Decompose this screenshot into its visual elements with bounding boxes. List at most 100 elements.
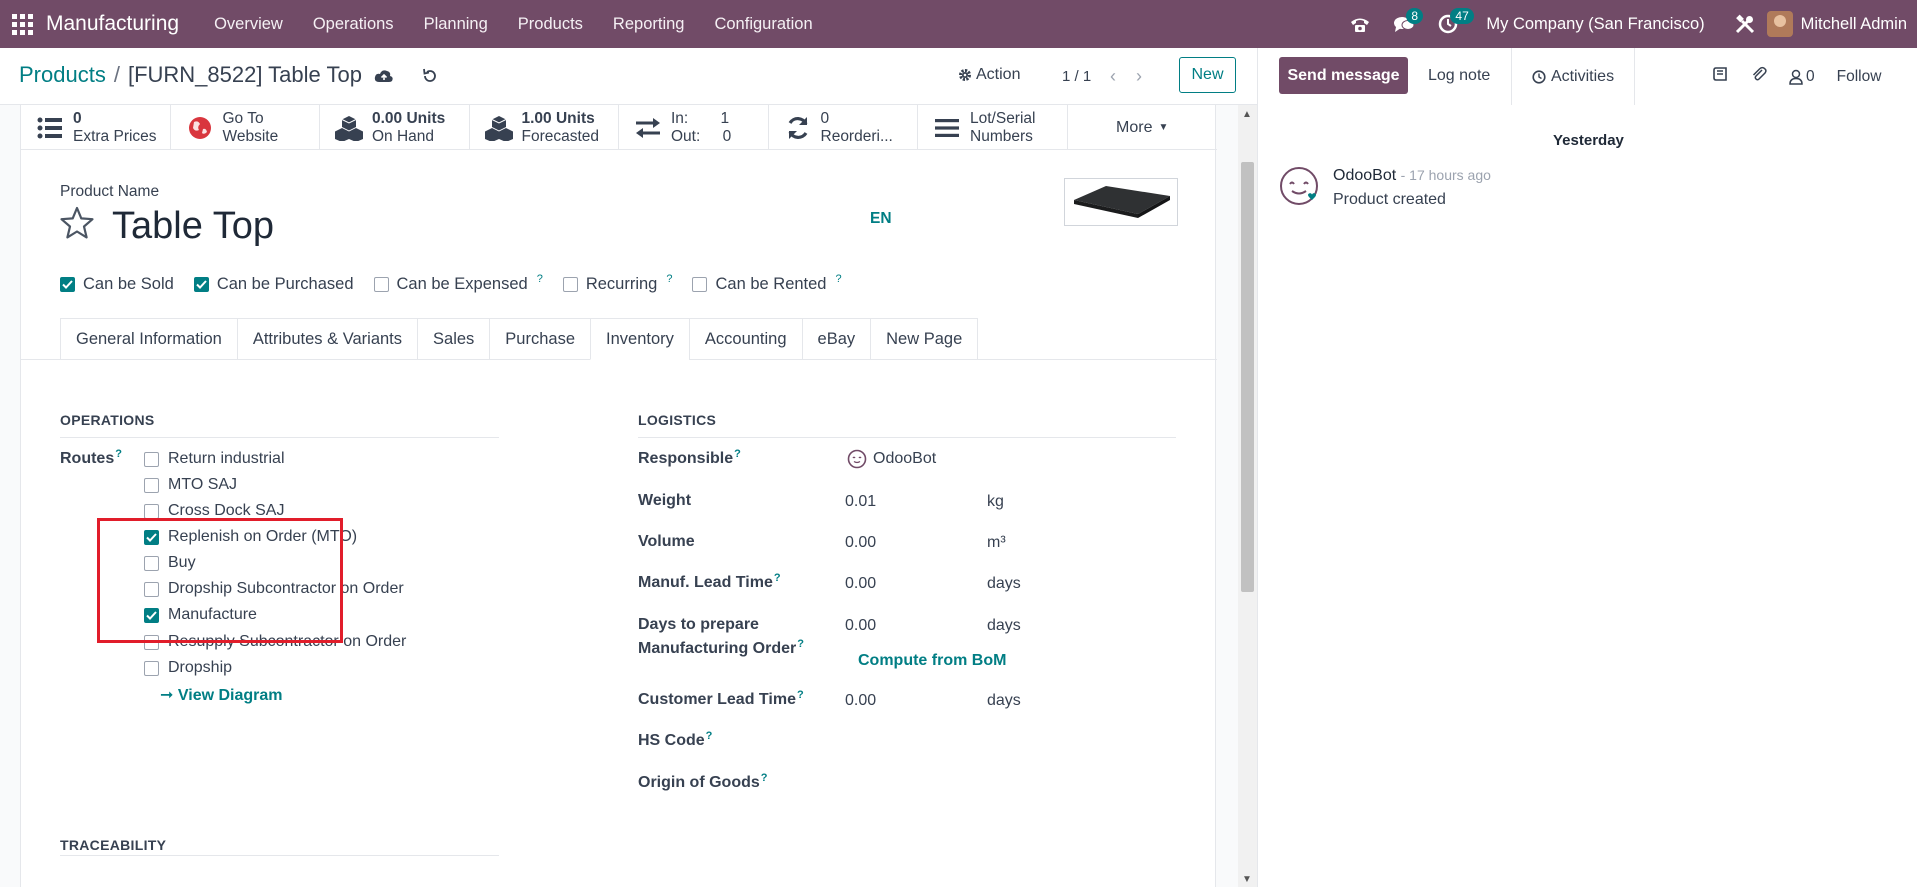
tab-inventory[interactable]: Inventory	[590, 318, 689, 360]
in-out-button[interactable]: In: 1 Out: 0	[619, 105, 769, 150]
recurring-checkbox[interactable]: Recurring?	[562, 273, 672, 294]
lot-serial-button[interactable]: Lot/Serial Numbers	[918, 105, 1068, 150]
checkbox-empty-icon[interactable]	[144, 660, 159, 676]
checkbox-checked-icon[interactable]	[193, 277, 209, 292]
user-avatar[interactable]	[1766, 11, 1793, 37]
help-tooltip-icon[interactable]: ?	[115, 448, 122, 460]
product-image[interactable]	[1064, 178, 1178, 226]
phone-icon[interactable]	[1338, 0, 1382, 48]
caret-down-icon: ▼	[1158, 122, 1169, 133]
discard-undo-icon[interactable]	[422, 68, 438, 89]
manuf-lead-time-input[interactable]: 0.00	[845, 575, 876, 593]
tools-icon[interactable]	[1723, 0, 1767, 48]
send-message-button[interactable]: Send message	[1279, 57, 1408, 94]
help-tooltip-icon[interactable]: ?	[797, 689, 804, 701]
help-tooltip-icon[interactable]: ?	[774, 572, 781, 584]
menu-reporting[interactable]: Reporting	[598, 15, 700, 34]
scrollbar-thumb[interactable]	[1241, 162, 1254, 592]
can-be-expensed-checkbox[interactable]: Can be Expensed?	[373, 273, 543, 294]
follow-button[interactable]: Follow	[1837, 68, 1882, 86]
help-tooltip-icon[interactable]: ?	[666, 273, 672, 285]
chatter-panel: Send message Log note Activities 0 Follo…	[1257, 48, 1917, 887]
route-dropship[interactable]: Dropship	[144, 659, 232, 677]
followers-button[interactable]: 0	[1789, 68, 1815, 86]
log-note-button[interactable]: Log note	[1428, 67, 1490, 85]
route-mto-saj[interactable]: MTO SAJ	[144, 476, 237, 494]
on-hand-button[interactable]: 0.00 Units On Hand	[320, 105, 470, 150]
activities-clock-icon[interactable]: 47	[1426, 0, 1474, 48]
reordering-button[interactable]: 0 Reorderi...	[769, 105, 918, 150]
forecasted-button[interactable]: 1.00 Units Forecasted	[470, 105, 619, 150]
tab-purchase[interactable]: Purchase	[489, 318, 591, 360]
product-name-field[interactable]: Table Top	[112, 205, 274, 248]
menu-products[interactable]: Products	[503, 15, 598, 34]
can-be-rented-checkbox[interactable]: Can be Rented?	[692, 273, 842, 294]
activities-button[interactable]: Activities	[1511, 48, 1635, 105]
days-to-prepare-input[interactable]: 0.00	[845, 617, 876, 635]
customer-lead-time-input[interactable]: 0.00	[845, 692, 876, 710]
tab-general-information[interactable]: General Information	[60, 318, 237, 360]
tab-new-page[interactable]: New Page	[870, 318, 979, 360]
help-tooltip-icon[interactable]: ?	[835, 273, 841, 285]
book-icon[interactable]	[1713, 66, 1729, 87]
app-name[interactable]: Manufacturing	[46, 12, 179, 36]
can-be-sold-checkbox[interactable]: Can be Sold	[60, 275, 174, 294]
tab-ebay[interactable]: eBay	[801, 318, 871, 360]
operations-section-title: OPERATIONS	[60, 412, 155, 428]
route-return-industrial[interactable]: Return industrial	[144, 450, 285, 468]
favorite-star-icon[interactable]	[59, 205, 95, 246]
menu-configuration[interactable]: Configuration	[699, 15, 827, 34]
menu-overview[interactable]: Overview	[199, 15, 298, 34]
scroll-up-icon[interactable]: ▲	[1242, 109, 1252, 120]
new-button[interactable]: New	[1179, 57, 1236, 93]
user-menu[interactable]: Mitchell Admin	[1801, 15, 1907, 34]
tab-accounting[interactable]: Accounting	[688, 318, 802, 360]
compute-from-bom-button[interactable]: Compute from BoM	[858, 652, 1006, 670]
weight-input[interactable]: 0.01	[845, 493, 876, 511]
extra-prices-button[interactable]: 0 Extra Prices	[21, 105, 171, 150]
can-be-sold-label: Can be Sold	[83, 275, 174, 293]
menu-planning[interactable]: Planning	[409, 15, 503, 34]
can-be-purchased-checkbox[interactable]: Can be Purchased	[193, 275, 354, 294]
paperclip-icon[interactable]	[1751, 66, 1767, 87]
company-switcher[interactable]: My Company (San Francisco)	[1486, 15, 1704, 34]
responsible-label: Responsible?	[638, 447, 741, 472]
action-button[interactable]: Action	[958, 66, 1020, 84]
checkbox-empty-icon[interactable]	[373, 277, 389, 292]
author-name[interactable]: OdooBot	[1333, 167, 1396, 184]
tab-sales[interactable]: Sales	[417, 318, 490, 360]
pager-previous-icon[interactable]: ‹	[1110, 66, 1116, 87]
customer-lead-time-label-text: Customer Lead Time	[638, 691, 796, 708]
tab-attributes-variants[interactable]: Attributes & Variants	[236, 318, 418, 360]
pager-next-icon[interactable]: ›	[1136, 66, 1142, 87]
help-tooltip-icon[interactable]: ?	[537, 273, 543, 285]
responsible-field[interactable]: OdooBot	[847, 449, 936, 469]
go-to-website-button[interactable]: Go To Website	[171, 105, 320, 150]
checkbox-checked-icon[interactable]	[60, 277, 75, 292]
days-to-prepare-label-line2: Manufacturing Order	[638, 640, 797, 657]
checkbox-empty-icon[interactable]	[144, 451, 159, 467]
breadcrumb-products-link[interactable]: Products	[19, 62, 106, 87]
help-tooltip-icon[interactable]: ?	[734, 448, 741, 460]
pager-value[interactable]: 1 / 1	[1062, 68, 1091, 85]
apps-menu-icon[interactable]	[0, 0, 44, 48]
help-tooltip-icon[interactable]: ?	[761, 772, 768, 784]
language-button[interactable]: EN	[870, 210, 892, 228]
scroll-down-icon[interactable]: ▼	[1242, 874, 1252, 885]
volume-input[interactable]: 0.00	[845, 534, 876, 552]
help-tooltip-icon[interactable]: ?	[797, 638, 804, 650]
message-author: OdooBot - 17 hours ago	[1333, 167, 1491, 185]
more-dropdown-button[interactable]: More ▼	[1068, 105, 1217, 150]
lot-serial-label-2: Numbers	[970, 127, 1033, 145]
view-diagram-link[interactable]: ➞ View Diagram	[160, 685, 283, 705]
messages-icon[interactable]: 8	[1382, 0, 1426, 48]
checkbox-empty-icon[interactable]	[144, 503, 159, 519]
help-tooltip-icon[interactable]: ?	[706, 730, 713, 742]
lot-serial-label-1: Lot/Serial	[970, 109, 1036, 127]
checkbox-empty-icon[interactable]	[144, 477, 159, 493]
save-cloud-icon[interactable]	[374, 68, 394, 89]
form-scrollbar[interactable]: ▲ ▼	[1238, 105, 1257, 887]
checkbox-empty-icon[interactable]	[562, 277, 578, 292]
menu-operations[interactable]: Operations	[298, 15, 409, 34]
checkbox-empty-icon[interactable]	[692, 277, 708, 292]
